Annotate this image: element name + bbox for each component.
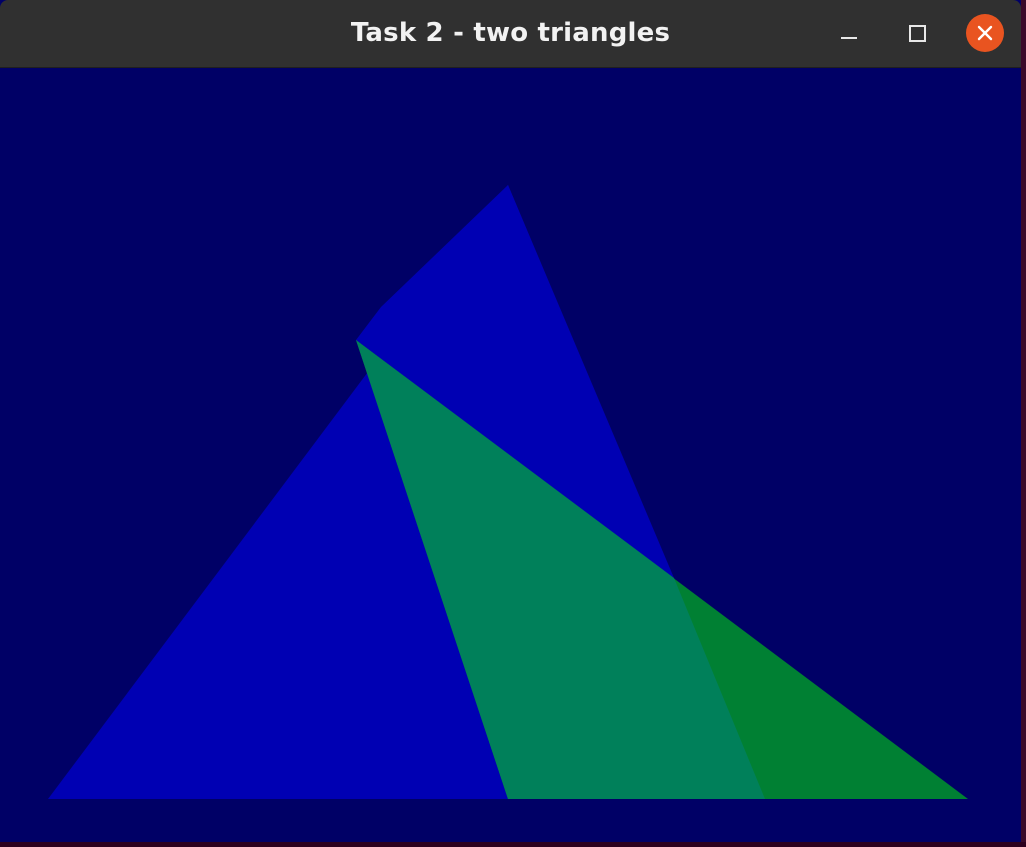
opengl-canvas	[0, 68, 1021, 842]
close-button[interactable]	[966, 14, 1004, 52]
desktop-edge	[1021, 0, 1026, 842]
bottom-band	[0, 799, 1021, 842]
title-bar[interactable]: Task 2 - two triangles	[0, 0, 1021, 68]
maximize-icon	[908, 24, 926, 42]
maximize-button[interactable]	[898, 14, 936, 52]
close-icon-background	[966, 14, 1004, 52]
minimize-button[interactable]	[830, 14, 868, 52]
application-window: Task 2 - two triangles	[0, 0, 1021, 842]
triangles-scene	[0, 68, 1021, 842]
minimize-icon	[841, 37, 857, 39]
close-icon	[977, 25, 993, 41]
